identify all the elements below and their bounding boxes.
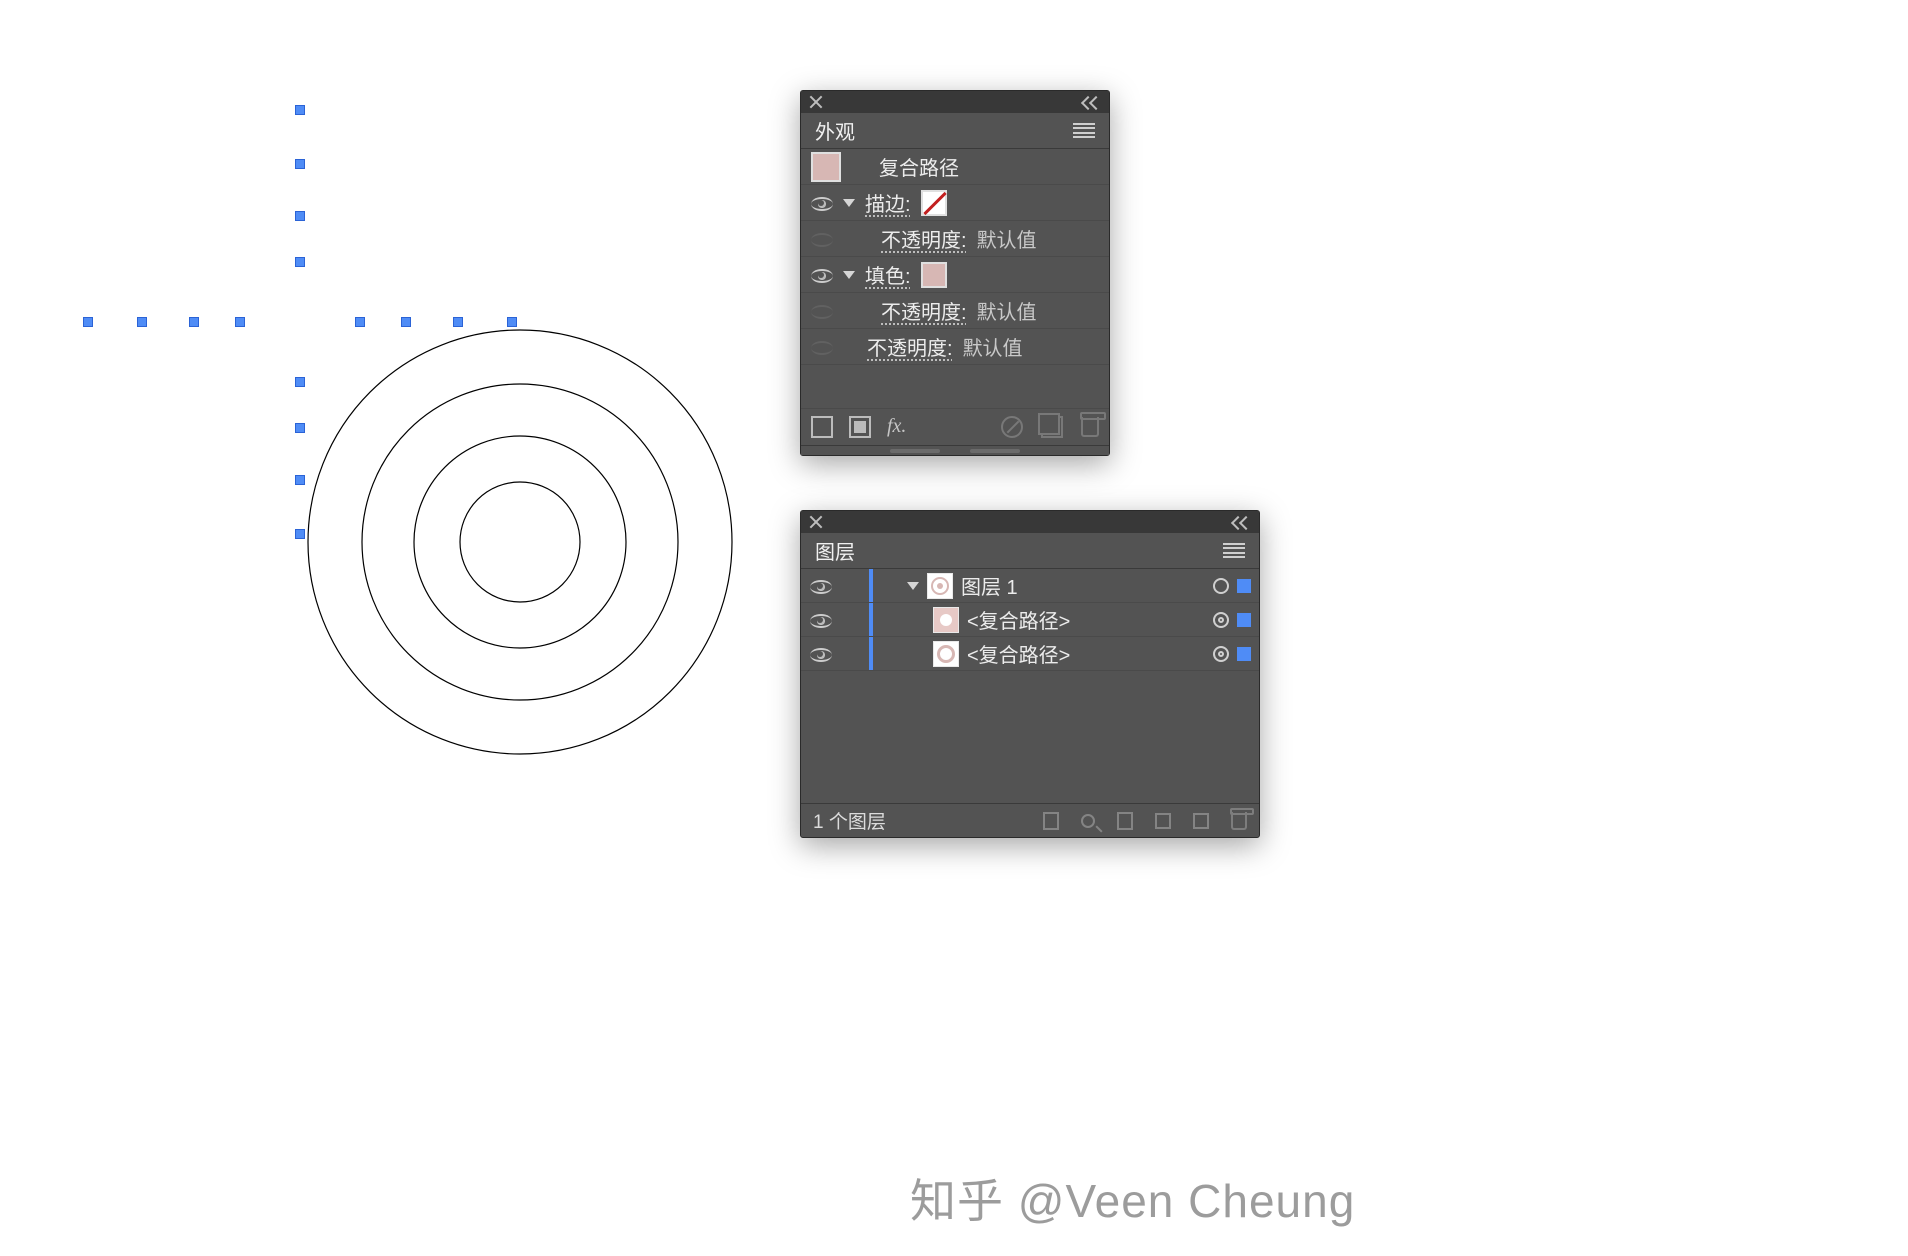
selection-color-bar <box>869 569 873 602</box>
fill-row[interactable]: 填色: <box>801 257 1109 293</box>
panel-resize-grip[interactable] <box>801 445 1109 455</box>
no-fill-icon[interactable] <box>811 416 833 438</box>
target-icon[interactable] <box>1213 646 1229 662</box>
anchor-point[interactable] <box>295 423 305 433</box>
layers-tab[interactable]: 图层 <box>815 536 855 565</box>
delete-icon[interactable] <box>1081 417 1099 437</box>
layer-name[interactable]: <复合路径> <box>967 605 1205 634</box>
layers-footer: 1 个图层 <box>801 803 1259 837</box>
stroke-label[interactable]: 描边: <box>865 188 911 217</box>
visibility-toggle-icon[interactable] <box>811 233 833 247</box>
anchor-point[interactable] <box>295 529 305 539</box>
anchor-point[interactable] <box>355 317 365 327</box>
target-icon[interactable] <box>1213 612 1229 628</box>
anchor-point[interactable] <box>295 377 305 387</box>
anchor-point[interactable] <box>189 317 199 327</box>
duplicate-icon[interactable] <box>1041 416 1063 438</box>
target-icon[interactable] <box>1213 578 1229 594</box>
appearance-footer: fx. <box>801 409 1109 445</box>
locate-object-icon[interactable] <box>1043 812 1059 830</box>
selection-square[interactable] <box>1237 613 1251 627</box>
anchor-point[interactable] <box>401 317 411 327</box>
new-layer-icon[interactable] <box>1193 813 1209 829</box>
layer-thumbnail <box>933 607 959 633</box>
anchor-point[interactable] <box>235 317 245 327</box>
object-type-label: 复合路径 <box>879 152 959 181</box>
anchor-point[interactable] <box>295 159 305 169</box>
selection-color-bar <box>869 637 873 670</box>
selection-square[interactable] <box>1237 647 1251 661</box>
fill-opacity-row[interactable]: 不透明度: 默认值 <box>801 293 1109 329</box>
anchor-point[interactable] <box>507 317 517 327</box>
opacity-value: 默认值 <box>977 224 1037 253</box>
visibility-toggle-icon[interactable] <box>810 580 832 594</box>
visibility-toggle-icon[interactable] <box>811 341 833 355</box>
layer-row[interactable]: <复合路径> <box>801 603 1259 637</box>
close-icon[interactable] <box>809 95 823 109</box>
opacity-label[interactable]: 不透明度: <box>881 296 967 325</box>
layers-list: 图层 1 <复合路径> <复合路径> <box>801 569 1259 803</box>
layer-thumbnail <box>933 641 959 667</box>
appearance-body: 复合路径 描边: 不透明度: 默认值 填色: 不透明度: 默认值 不透明度: <box>801 149 1109 409</box>
selection-color-bar <box>869 603 873 636</box>
object-opacity-row[interactable]: 不透明度: 默认值 <box>801 329 1109 365</box>
expand-icon[interactable] <box>843 199 855 207</box>
fx-icon[interactable]: fx. <box>887 416 906 438</box>
panel-tabbar: 图层 <box>801 533 1259 569</box>
anchor-point[interactable] <box>295 105 305 115</box>
expand-icon[interactable] <box>843 271 855 279</box>
layer-name[interactable]: 图层 1 <box>961 571 1205 600</box>
collapse-icon[interactable] <box>1083 96 1101 108</box>
opacity-label[interactable]: 不透明度: <box>867 332 953 361</box>
layers-panel: 图层 图层 1 <复合路径> <box>800 510 1260 838</box>
visibility-toggle-icon[interactable] <box>810 614 832 628</box>
opacity-value: 默认值 <box>963 332 1023 361</box>
anchor-point[interactable] <box>453 317 463 327</box>
layer-thumbnail <box>927 573 953 599</box>
collapse-icon[interactable] <box>1233 516 1251 528</box>
stroke-none-swatch[interactable] <box>921 190 947 216</box>
appearance-panel: 外观 复合路径 描边: 不透明度: 默认值 填色: 不透明度: <box>800 90 1110 456</box>
watermark-text: 知乎 @Veen Cheung <box>910 1165 1355 1231</box>
panel-tabbar: 外观 <box>801 113 1109 149</box>
search-icon[interactable] <box>1081 814 1095 828</box>
object-thumbnail <box>811 152 841 182</box>
layer-row[interactable]: 图层 1 <box>801 569 1259 603</box>
visibility-toggle-icon[interactable] <box>811 305 833 319</box>
anchor-point[interactable] <box>137 317 147 327</box>
fill-icon[interactable] <box>851 418 869 436</box>
visibility-toggle-icon[interactable] <box>811 197 833 211</box>
selection-square[interactable] <box>1237 579 1251 593</box>
anchor-point[interactable] <box>295 475 305 485</box>
anchor-point[interactable] <box>295 257 305 267</box>
clear-appearance-icon[interactable] <box>1001 416 1023 438</box>
opacity-value: 默认值 <box>977 296 1037 325</box>
visibility-toggle-icon[interactable] <box>811 269 833 283</box>
clipping-mask-icon[interactable] <box>1117 812 1133 830</box>
stroke-row[interactable]: 描边: <box>801 185 1109 221</box>
anchor-point[interactable] <box>83 317 93 327</box>
appearance-tab[interactable]: 外观 <box>815 116 855 145</box>
stroke-opacity-row[interactable]: 不透明度: 默认值 <box>801 221 1109 257</box>
anchor-point[interactable] <box>295 211 305 221</box>
panel-menu-icon[interactable] <box>1073 123 1095 139</box>
compound-path-circles[interactable] <box>300 322 740 762</box>
panel-topbar <box>801 91 1109 113</box>
layer-name[interactable]: <复合路径> <box>967 639 1205 668</box>
panel-topbar <box>801 511 1259 533</box>
new-sublayer-icon[interactable] <box>1155 813 1171 829</box>
appearance-object-row[interactable]: 复合路径 <box>801 149 1109 185</box>
fill-label[interactable]: 填色: <box>865 260 911 289</box>
expand-layer-icon[interactable] <box>907 582 919 590</box>
close-icon[interactable] <box>809 515 823 529</box>
fill-swatch[interactable] <box>921 262 947 288</box>
panel-menu-icon[interactable] <box>1223 543 1245 559</box>
delete-layer-icon[interactable] <box>1231 812 1247 830</box>
visibility-toggle-icon[interactable] <box>810 648 832 662</box>
opacity-label[interactable]: 不透明度: <box>881 224 967 253</box>
layer-row[interactable]: <复合路径> <box>801 637 1259 671</box>
layer-count-label: 1 个图层 <box>813 807 886 834</box>
